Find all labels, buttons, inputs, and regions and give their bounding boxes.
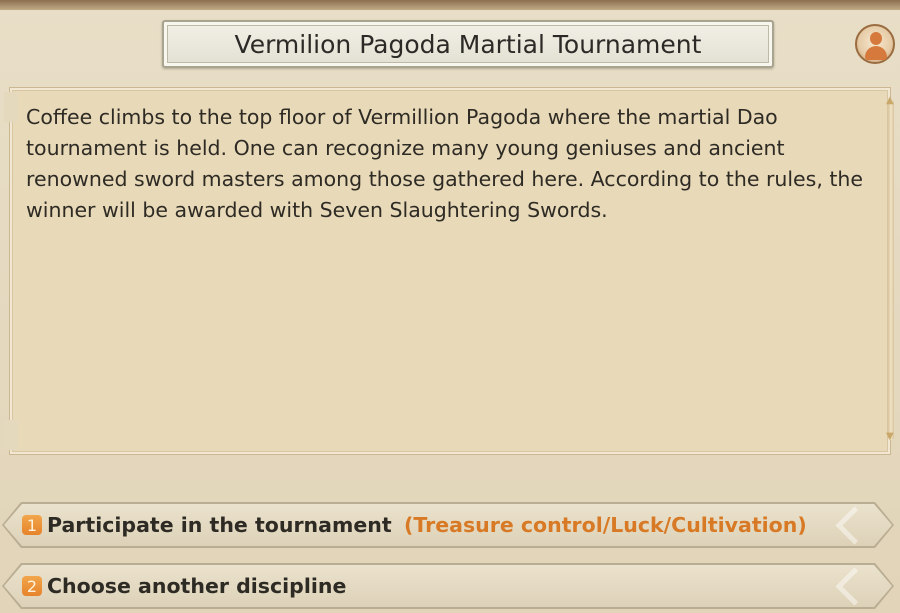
scroll-down-icon[interactable]: ▼ — [886, 432, 896, 442]
option-participate-button[interactable]: 1 Participate in the tournament (Treasur… — [4, 504, 892, 546]
event-description: Coffee climbs to the top floor of Vermil… — [26, 105, 864, 222]
chevron-right-icon — [835, 566, 874, 606]
chevron-right-icon — [835, 505, 874, 545]
description-scrollbar[interactable] — [888, 100, 894, 440]
option-requirement: (Treasure control/Luck/Cultivation) — [404, 513, 807, 537]
panel-corner-notch — [4, 92, 18, 122]
panel-corner-notch — [4, 420, 18, 450]
dialog-title: Vermilion Pagoda Martial Tournament — [234, 29, 702, 59]
top-frame-border — [0, 0, 900, 10]
character-avatar-button[interactable] — [855, 24, 895, 64]
dialog-title-plate: Vermilion Pagoda Martial Tournament — [162, 20, 774, 68]
option-label: Choose another discipline — [47, 574, 347, 598]
option-label: Participate in the tournament — [47, 513, 392, 537]
option-number-badge: 2 — [22, 576, 42, 596]
scroll-up-icon[interactable]: ▲ — [886, 96, 896, 106]
option-number-badge: 1 — [22, 515, 42, 535]
option-choose-discipline-button[interactable]: 2 Choose another discipline — [4, 565, 892, 607]
